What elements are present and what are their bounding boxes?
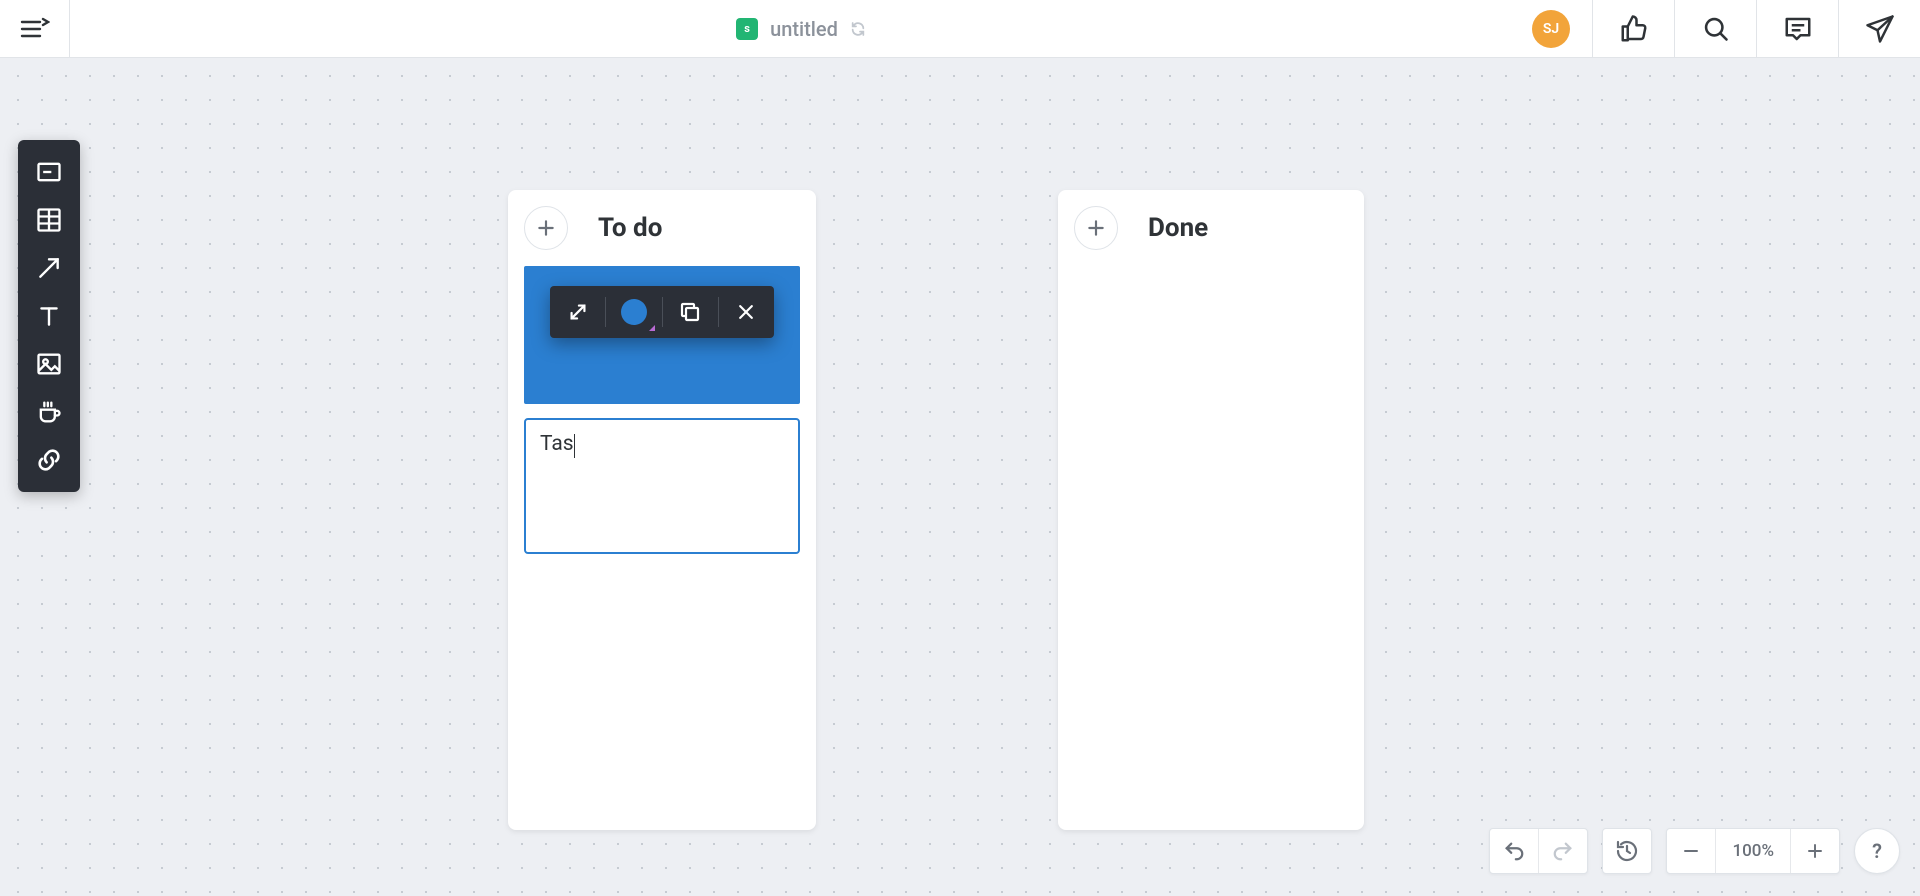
undo-icon (1503, 840, 1525, 862)
text-caret (574, 434, 575, 458)
thumbs-up-icon (1619, 14, 1649, 44)
list-title[interactable]: Done (1148, 213, 1208, 243)
tool-link[interactable] (18, 436, 80, 484)
search-icon (1702, 15, 1730, 43)
card-toolbar (550, 286, 774, 338)
add-card-button[interactable] (524, 206, 568, 250)
card-edit-text[interactable]: Tas (540, 432, 574, 456)
history-button[interactable] (1603, 829, 1651, 873)
undo-button[interactable] (1490, 829, 1538, 873)
menu-icon (20, 17, 50, 41)
canvas[interactable]: To do Tas (0, 58, 1920, 896)
table-icon (35, 206, 63, 234)
dropdown-corner-icon (649, 325, 655, 331)
note-icon (35, 158, 63, 186)
color-swatch-icon (621, 299, 647, 325)
minus-icon (1682, 842, 1700, 860)
zoom-in-button[interactable] (1791, 829, 1839, 873)
zoom-group: 100% (1666, 828, 1840, 874)
expand-icon (567, 301, 589, 323)
tool-arrow[interactable] (18, 244, 80, 292)
list-done[interactable]: Done (1058, 190, 1364, 830)
redo-button[interactable] (1539, 829, 1587, 873)
canvas-controls: 100% ? (1489, 828, 1900, 874)
plus-icon (1086, 218, 1106, 238)
user-avatar[interactable]: SJ (1532, 10, 1570, 48)
search-button[interactable] (1674, 0, 1756, 58)
comments-button[interactable] (1756, 0, 1838, 58)
card-editing[interactable]: Tas (524, 418, 800, 554)
toolbox (18, 140, 80, 492)
copy-icon (678, 300, 702, 324)
link-icon (35, 446, 63, 474)
doc-type-badge: s (736, 18, 758, 40)
history-icon (1615, 839, 1639, 863)
tool-text[interactable] (18, 292, 80, 340)
share-button[interactable] (1838, 0, 1920, 58)
like-button[interactable] (1592, 0, 1674, 58)
card-expand-button[interactable] (550, 286, 605, 338)
history-group (1602, 828, 1652, 874)
list-header: To do (524, 206, 800, 250)
redo-icon (1552, 840, 1574, 862)
plus-icon (1806, 842, 1824, 860)
send-icon (1865, 14, 1895, 44)
image-icon (35, 350, 63, 378)
sync-status-icon (850, 21, 866, 37)
tool-image[interactable] (18, 340, 80, 388)
undo-redo-group (1489, 828, 1588, 874)
comment-icon (1783, 14, 1813, 44)
card-delete-button[interactable] (719, 286, 774, 338)
top-bar: s untitled SJ (0, 0, 1920, 58)
main-menu-button[interactable] (0, 0, 70, 58)
text-icon (36, 303, 62, 329)
list-title[interactable]: To do (598, 213, 662, 243)
tool-note[interactable] (18, 148, 80, 196)
add-card-button[interactable] (1074, 206, 1118, 250)
close-icon (736, 302, 756, 322)
zoom-out-button[interactable] (1667, 829, 1715, 873)
zoom-level[interactable]: 100% (1716, 829, 1790, 873)
card-duplicate-button[interactable] (663, 286, 718, 338)
help-button[interactable]: ? (1854, 828, 1900, 874)
doc-title[interactable]: untitled (770, 17, 838, 41)
tool-coffee[interactable] (18, 388, 80, 436)
coffee-icon (35, 398, 63, 426)
card-color-button[interactable] (606, 286, 661, 338)
list-header: Done (1074, 206, 1348, 250)
tool-table[interactable] (18, 196, 80, 244)
plus-icon (536, 218, 556, 238)
arrow-icon (36, 255, 62, 281)
